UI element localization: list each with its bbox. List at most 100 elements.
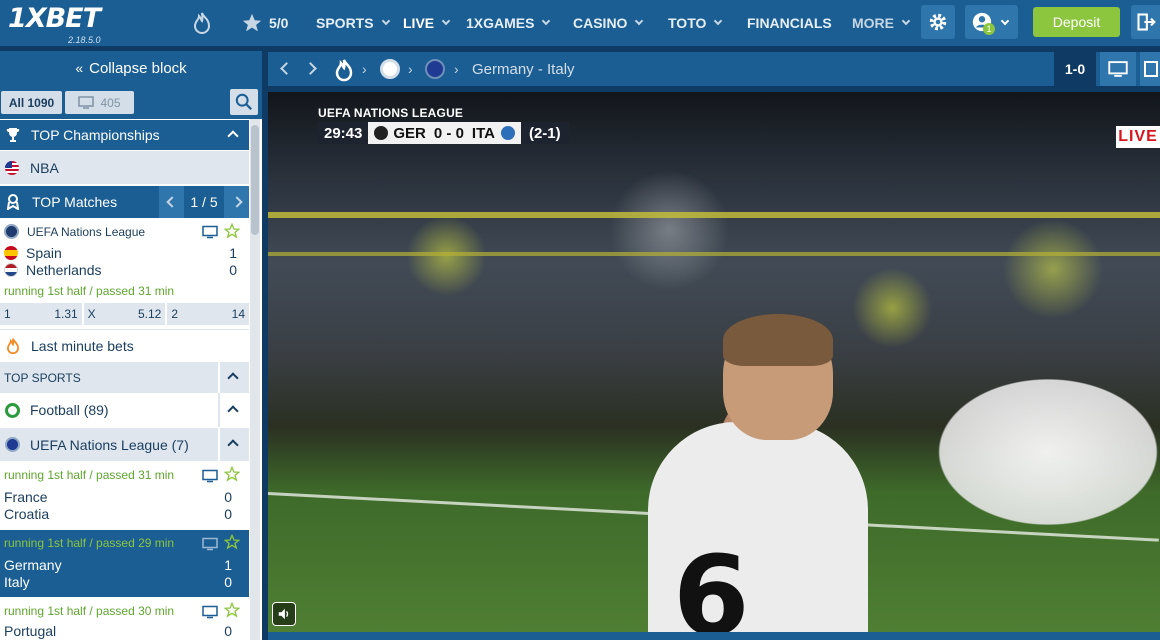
germany-badge-icon [374,126,389,140]
odds-draw-button[interactable]: X 5.12 [83,303,166,325]
nations-league-icon [5,437,20,452]
chevron-up-icon [227,405,239,417]
team-score: 0 [224,574,232,590]
pager-label: 1 / 5 [190,194,218,210]
odds-away-button[interactable]: 2 14 [167,303,250,325]
team-name: Italy [4,574,30,590]
sidebar: « Collapse block All 1090 405 TOP Champi… [0,51,262,640]
odds-home-button[interactable]: 1 1.31 [0,303,82,325]
favorite-star-icon[interactable] [224,466,240,482]
tv-button[interactable] [1100,52,1136,86]
sidebar-item-nations-league[interactable]: UEFA Nations League (7) [0,428,249,461]
italy-badge-icon [500,126,515,140]
pager-next-button[interactable] [224,186,249,218]
breadcrumb-match[interactable]: Germany - Italy [472,61,575,78]
speaker-icon [278,608,289,620]
match-clock: 29:43 [318,122,369,144]
football-icon[interactable] [380,59,400,79]
top-bar: 1XBET 2.18.5.0 5/0 SPORTS LIVE 1XGAMES C… [0,0,1160,46]
app-version: 2.18.5.0 [68,35,101,45]
sidebar-scrollbar[interactable] [250,119,260,640]
stats-button[interactable] [1140,52,1160,86]
chevron-right-icon [230,196,243,208]
tv-icon [1108,61,1128,77]
sound-button[interactable] [272,602,296,626]
tv-icon[interactable] [202,469,218,483]
top-matches-header: TOP Matches 1 / 5 [0,186,249,218]
team-name: Portugal [4,623,57,639]
double-chevron-left-icon: « [75,60,84,76]
live-video-player[interactable]: 6 UEFA NATIONS LEAGUE 29:43 GER 0 - 0 IT… [268,92,1160,632]
tab-tv-count: 405 [100,95,121,110]
favorite-star-icon[interactable] [224,534,240,550]
list-item[interactable]: running 1st half / passed 30 min Portuga… [0,598,249,640]
team-row: Netherlands [4,262,102,278]
tab-tv[interactable]: 405 [65,91,134,114]
star-icon [242,13,262,32]
tv-icon[interactable] [202,537,218,551]
nations-league-icon[interactable] [425,59,445,79]
pager-prev-button[interactable] [159,186,184,218]
list-item-active[interactable]: running 1st half / passed 29 min Germany… [0,530,249,597]
gear-icon [929,13,947,31]
team-score: 0 [224,489,232,505]
broadcast-scoreboard: UEFA NATIONS LEAGUE 29:43 GER 0 - 0 ITA … [318,106,569,144]
last-minute-label: Last minute bets [31,337,134,354]
trophy-icon [6,128,20,142]
chevron-down-icon [1000,16,1010,26]
hot-events-icon[interactable] [191,0,213,46]
favorites-button[interactable]: 5/0 [241,0,288,46]
nav-more[interactable]: MORE [852,0,911,46]
tv-icon[interactable] [202,605,218,619]
settings-button[interactable] [921,5,955,39]
forward-arrow-icon[interactable] [304,62,317,75]
team-score: 1 [224,557,232,573]
team-name: Germany [4,557,62,573]
team-score: 0 [224,506,232,522]
nav-live[interactable]: LIVE [403,0,451,46]
crowd-image [268,152,1160,412]
collapse-block-button[interactable]: « Collapse block [0,51,262,85]
spain-flag-icon [4,246,18,260]
sidebar-item-nba[interactable]: NBA [0,151,249,184]
favorite-star-icon[interactable] [224,223,240,239]
live-fire-icon[interactable] [333,58,355,82]
deposit-button[interactable]: Deposit [1033,7,1120,37]
scrollbar-thumb[interactable] [251,125,259,235]
stats-icon [1144,61,1158,77]
home-team: GER [393,124,426,142]
featured-match-card[interactable]: UEFA Nations League Spain 1 Netherlands … [0,220,250,328]
nav-financials[interactable]: FINANCIALS [747,0,832,46]
logo[interactable]: 1XBET 2.18.5.0 [8,3,123,46]
odds-row: 1 1.31 X 5.12 2 14 [0,303,250,325]
chevron-up-icon [227,130,239,142]
sidebar-item-football[interactable]: Football (89) [0,393,249,427]
tab-all[interactable]: All 1090 [1,91,62,114]
nav-toto[interactable]: TOTO [668,0,723,46]
nations-league-icon [4,224,19,239]
match-status: running 1st half / passed 31 min [4,468,175,482]
logout-button[interactable] [1131,5,1160,39]
live-badge: LIVE [1116,126,1160,148]
back-arrow-icon[interactable] [280,62,293,75]
medal-icon [6,194,20,210]
favorite-star-icon[interactable] [224,602,240,618]
tv-icon[interactable] [202,225,218,239]
list-item[interactable]: running 1st half / passed 31 min France … [0,462,249,529]
match-status: running 1st half / passed 29 min [4,536,175,550]
favorites-count: 5/0 [269,15,289,31]
nav-sports[interactable]: SPORTS [316,0,390,46]
logo-text: 1XBET [8,3,101,34]
last-minute-bets[interactable]: Last minute bets [0,329,249,361]
top-championships-header[interactable]: TOP Championships [0,120,249,150]
search-icon [235,93,252,110]
account-button[interactable]: 1 [965,5,1018,39]
nav-1xgames[interactable]: 1XGAMES [466,0,551,46]
top-sports-header[interactable]: TOP SPORTS [0,362,249,393]
team-score: 0 [229,262,237,278]
nav-casino[interactable]: CASINO [573,0,644,46]
team-row: Spain [4,245,62,261]
aggregate-score: (2-1) [520,122,569,144]
notification-badge: 1 [983,23,995,35]
search-button[interactable] [230,89,258,115]
